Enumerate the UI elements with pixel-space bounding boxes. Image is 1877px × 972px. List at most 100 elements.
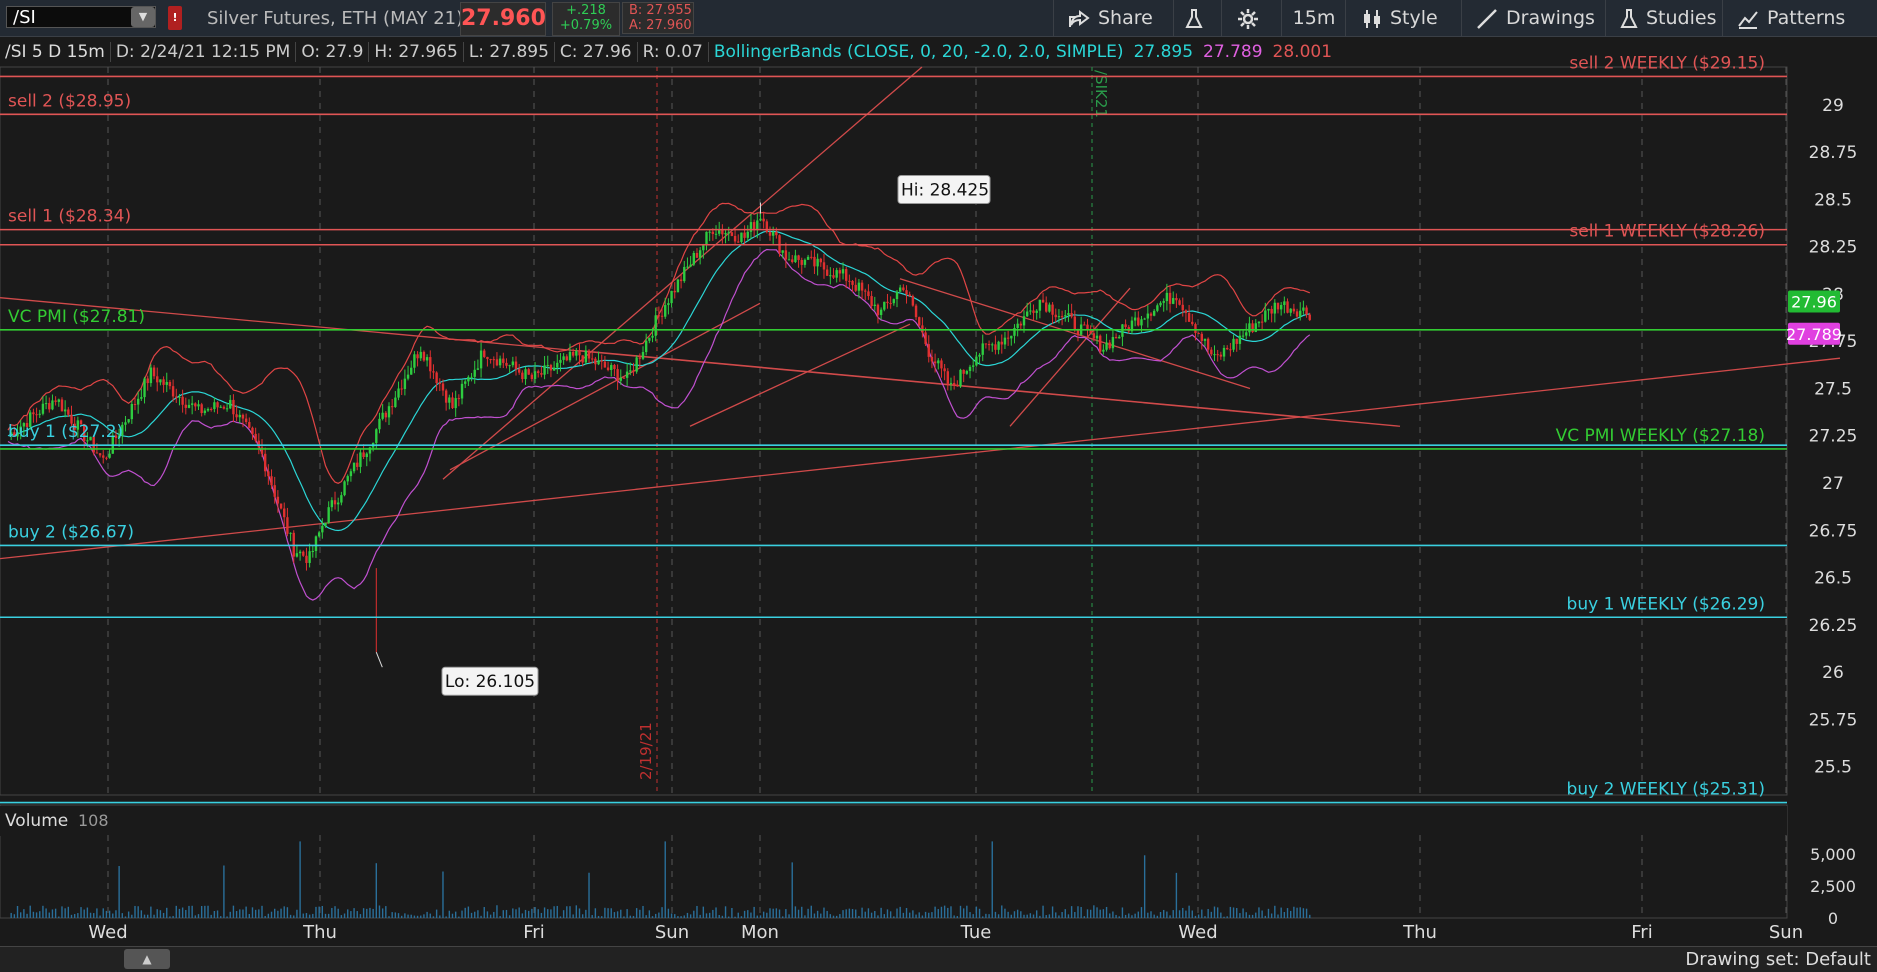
- candle-body: [660, 315, 664, 317]
- y-tick-label: 26.25: [1809, 616, 1858, 636]
- candle-body: [895, 291, 899, 300]
- candle-body: [263, 453, 267, 472]
- candle-body: [270, 476, 273, 486]
- candle-body: [1289, 308, 1292, 313]
- candle-body: [876, 304, 880, 315]
- x-tick-label: Thu: [1402, 922, 1437, 943]
- candle-body: [1235, 338, 1238, 344]
- y-tick-label: 25.75: [1809, 710, 1858, 730]
- candle-body: [384, 412, 388, 418]
- candle-body: [165, 382, 168, 385]
- volume-header: [0, 806, 1787, 836]
- candle-body: [549, 364, 553, 371]
- candle-body: [229, 399, 232, 409]
- y-tick-label: 27.25: [1809, 427, 1858, 447]
- price-chart[interactable]: Volume 108 Wed Thu Fri Sun Mon Tue Wed Thu Fri Sun 2…: [0, 0, 1877, 946]
- candle-body: [775, 231, 778, 236]
- candle-body: [356, 462, 359, 467]
- candle-body: [838, 270, 842, 274]
- x-tick-label: Wed: [88, 922, 127, 943]
- candle-body: [1032, 310, 1035, 313]
- candle-body: [1105, 342, 1108, 350]
- candle-body: [190, 403, 194, 405]
- candle-body: [930, 356, 934, 362]
- x-tick-label: Sun: [655, 922, 689, 943]
- volume-tick-label: 5,000: [1810, 845, 1856, 864]
- candle-body: [365, 453, 368, 458]
- high-callout-text: Hi: 28.425: [901, 181, 989, 201]
- candle-body: [327, 507, 330, 523]
- candle-body: [136, 398, 140, 405]
- price-level-label: sell 1 WEEKLY ($28.26): [1569, 222, 1765, 242]
- candle-body: [603, 361, 607, 368]
- candle-body: [168, 382, 172, 387]
- y-tick-label: 28.75: [1809, 143, 1858, 163]
- candle-body: [1083, 324, 1086, 326]
- candle-body: [803, 259, 807, 265]
- price-badge-text: 27.789: [1786, 325, 1842, 344]
- candle-body: [676, 279, 680, 293]
- candle-body: [1273, 302, 1277, 314]
- x-tick-label: Wed: [1178, 922, 1217, 943]
- candle-body: [359, 452, 362, 467]
- price-level-label: sell 2 WEEKLY ($29.15): [1569, 53, 1765, 73]
- candle-body: [768, 231, 772, 236]
- candle-body: [479, 350, 483, 369]
- candle-body: [575, 351, 578, 356]
- candle-body: [972, 365, 975, 367]
- drawing-set-label[interactable]: Drawing set: Default: [1685, 949, 1871, 970]
- candle-body: [737, 241, 740, 243]
- candle-body: [1245, 332, 1248, 336]
- candle-body: [1187, 313, 1191, 322]
- candle-body: [1216, 354, 1219, 356]
- candle-body: [1226, 347, 1229, 350]
- candle-body: [375, 429, 378, 443]
- volume-label: Volume: [5, 811, 68, 831]
- candle-body: [1054, 314, 1057, 318]
- candle-body: [444, 390, 448, 403]
- candle-body: [1286, 301, 1289, 313]
- candle-body: [667, 303, 670, 306]
- candle-body: [743, 232, 746, 238]
- candle-body: [835, 270, 838, 278]
- candle-body: [1267, 308, 1270, 311]
- candle-body: [1206, 338, 1210, 350]
- candle-body: [927, 344, 930, 357]
- candle-body: [295, 553, 299, 557]
- candle-body: [568, 351, 572, 361]
- candle-body: [108, 453, 111, 458]
- candle-body: [683, 266, 686, 282]
- candle-body: [1175, 298, 1178, 301]
- candle-body: [1048, 304, 1051, 312]
- candle-body: [911, 296, 915, 306]
- candle-body: [537, 371, 540, 374]
- candle-body: [800, 259, 803, 265]
- candle-body: [806, 256, 810, 260]
- candle-body: [756, 220, 759, 230]
- candle-body: [349, 471, 353, 477]
- candle-body: [587, 350, 591, 359]
- candle-body: [1229, 349, 1232, 351]
- collapse-handle-icon[interactable]: ▲: [124, 949, 170, 969]
- candle-body: [905, 290, 908, 295]
- candle-body: [892, 299, 896, 304]
- candle-body: [1168, 292, 1172, 304]
- volume-tick-label: 2,500: [1810, 877, 1856, 896]
- candle-body: [873, 304, 876, 306]
- candle-body: [197, 404, 200, 407]
- candle-body: [286, 517, 289, 534]
- candle-body: [975, 356, 978, 366]
- candle-body: [524, 369, 527, 380]
- candle-body: [311, 550, 314, 552]
- candle-body: [822, 262, 826, 270]
- candle-body: [289, 532, 292, 534]
- candle-body: [95, 452, 99, 454]
- candle-body: [952, 382, 956, 386]
- candle-body: [940, 360, 943, 369]
- candle-body: [991, 344, 994, 346]
- candle-body: [949, 382, 953, 384]
- candle-body: [879, 309, 883, 315]
- candle-body: [924, 332, 927, 345]
- candle-body: [1159, 302, 1162, 306]
- candle-body: [711, 231, 715, 235]
